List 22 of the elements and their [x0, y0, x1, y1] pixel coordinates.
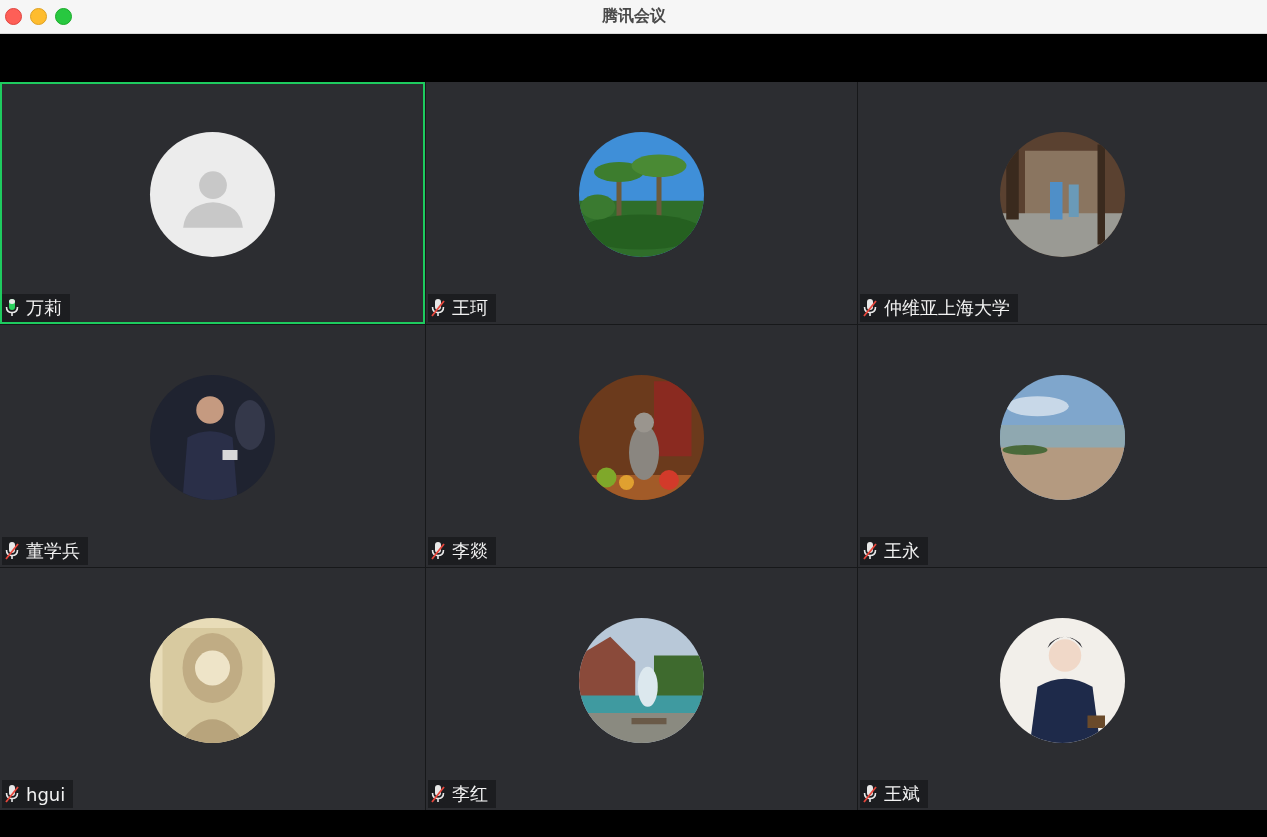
video-tile[interactable]: 王斌	[858, 568, 1267, 810]
video-tile[interactable]: 董学兵	[0, 325, 425, 567]
video-tile[interactable]: 万莉	[0, 82, 425, 324]
participant-name: 董学兵	[26, 539, 80, 563]
video-tile[interactable]: 王珂	[426, 82, 857, 324]
participant-name: hgui	[26, 783, 66, 805]
video-tile[interactable]: 李红	[426, 568, 857, 810]
video-tile[interactable]: hgui	[0, 568, 425, 810]
maximize-button[interactable]	[55, 8, 72, 25]
participant-name: 万莉	[26, 296, 62, 320]
video-tile[interactable]: 李燚	[426, 325, 857, 567]
window-title: 腾讯会议	[601, 6, 666, 27]
participant-name: 李红	[452, 782, 488, 806]
participant-name: 李燚	[452, 539, 488, 563]
video-tile[interactable]: 王永	[858, 325, 1267, 567]
participant-name: 王珂	[452, 296, 488, 320]
participant-name: 仲维亚上海大学	[884, 296, 1010, 320]
participant-name: 王斌	[884, 782, 920, 806]
participant-name: 王永	[884, 539, 920, 563]
close-button[interactable]	[5, 8, 22, 25]
minimize-button[interactable]	[30, 8, 47, 25]
video-tile[interactable]: 仲维亚上海大学	[858, 82, 1267, 324]
